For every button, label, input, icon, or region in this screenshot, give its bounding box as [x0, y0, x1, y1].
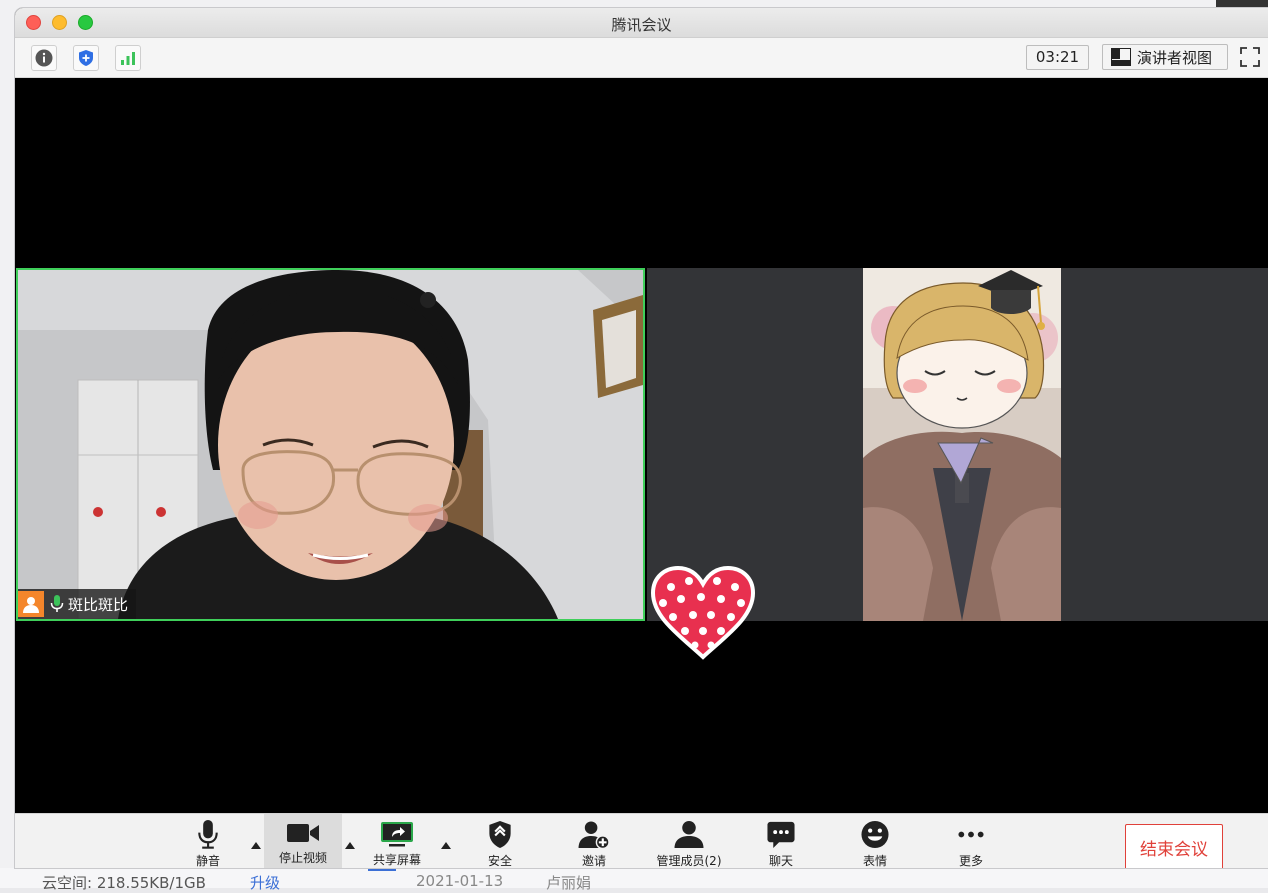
more-label: 更多 [958, 854, 983, 868]
chat-button[interactable]: 聊天 [759, 814, 803, 868]
heart-reaction-icon [650, 565, 756, 660]
storage-text: 云空间: 218.55KB/1GB [42, 874, 206, 892]
share-options-caret[interactable] [441, 842, 451, 849]
info-icon [35, 49, 53, 67]
security-control-button[interactable]: 安全 [477, 814, 523, 868]
security-label: 安全 [487, 854, 512, 868]
meeting-timer: 03:21 [1026, 45, 1089, 70]
signal-bars-icon [121, 52, 135, 65]
security-button[interactable] [73, 45, 99, 71]
meeting-controls-bar: 静音 停止视频 共享屏幕 安全 邀请 管理成员(2) 聊天 表情 更多 结束会议 [15, 813, 1268, 868]
shield-plus-icon [79, 50, 93, 66]
network-quality-button[interactable] [115, 45, 141, 71]
smiley-icon [861, 820, 889, 849]
participant-video-feed-2 [863, 268, 1061, 621]
share-screen-icon [381, 822, 413, 847]
date-text: 2021-01-13 [416, 872, 504, 890]
info-button[interactable] [31, 45, 57, 71]
share-screen-button[interactable]: 共享屏幕 [365, 814, 429, 868]
manage-members-label: 管理成员(2) [656, 854, 722, 868]
invite-button[interactable]: 邀请 [571, 814, 617, 868]
participant-video-feed [18, 270, 643, 619]
invite-label: 邀请 [581, 854, 606, 868]
manage-members-button[interactable]: 管理成员(2) [649, 814, 729, 868]
fullscreen-icon [1240, 47, 1260, 67]
more-button[interactable]: 更多 [949, 814, 993, 868]
mute-button[interactable]: 静音 [183, 814, 233, 868]
user-text: 卢丽娟 [546, 874, 592, 892]
reactions-button[interactable]: 表情 [853, 814, 897, 868]
meeting-window: 腾讯会议 03:21 演讲者视图 斑比斑比 静音 停止视频 共享屏幕 安全 邀请… [15, 8, 1268, 868]
avatar [18, 591, 44, 617]
security-shield-icon [489, 820, 511, 849]
video-camera-icon [287, 824, 319, 842]
tab-indicator [368, 868, 396, 871]
participant-tile-active-speaker[interactable]: 斑比斑比 [16, 268, 645, 621]
stop-video-button[interactable]: 停止视频 [264, 814, 342, 868]
video-options-caret[interactable] [345, 842, 355, 849]
avatar-filter-feed [863, 268, 1061, 621]
user-avatar-icon [23, 597, 39, 613]
share-screen-label: 共享屏幕 [372, 853, 421, 867]
title-bar: 腾讯会议 [15, 8, 1268, 38]
chat-label: 聊天 [768, 854, 793, 868]
mute-label: 静音 [195, 854, 220, 868]
reactions-label: 表情 [862, 854, 887, 868]
video-grid: 斑比斑比 [15, 78, 1268, 813]
stop-video-label: 停止视频 [278, 851, 327, 865]
speaker-view-icon [1111, 48, 1131, 66]
mute-options-caret[interactable] [251, 842, 261, 849]
fullscreen-button[interactable] [1239, 46, 1261, 68]
microphone-on-icon [50, 595, 64, 612]
members-icon [674, 820, 704, 849]
speaker-view-button[interactable]: 演讲者视图 [1102, 44, 1228, 70]
upgrade-link[interactable]: 升级 [250, 872, 280, 893]
more-dots-icon [958, 831, 984, 838]
window-title: 腾讯会议 [611, 16, 672, 34]
microphone-icon [198, 820, 218, 849]
end-meeting-button[interactable]: 结束会议 [1125, 824, 1223, 868]
participant-name: 斑比斑比 [68, 595, 129, 614]
top-toolbar: 03:21 演讲者视图 [15, 38, 1268, 78]
participant-name-tag: 斑比斑比 [18, 589, 137, 619]
speaker-view-label: 演讲者视图 [1137, 48, 1213, 67]
background-app-footer: 云空间: 218.55KB/1GB 升级 2021-01-13 卢丽娟 [0, 868, 1268, 892]
invite-user-icon [578, 821, 610, 849]
chat-bubble-icon [767, 821, 795, 849]
